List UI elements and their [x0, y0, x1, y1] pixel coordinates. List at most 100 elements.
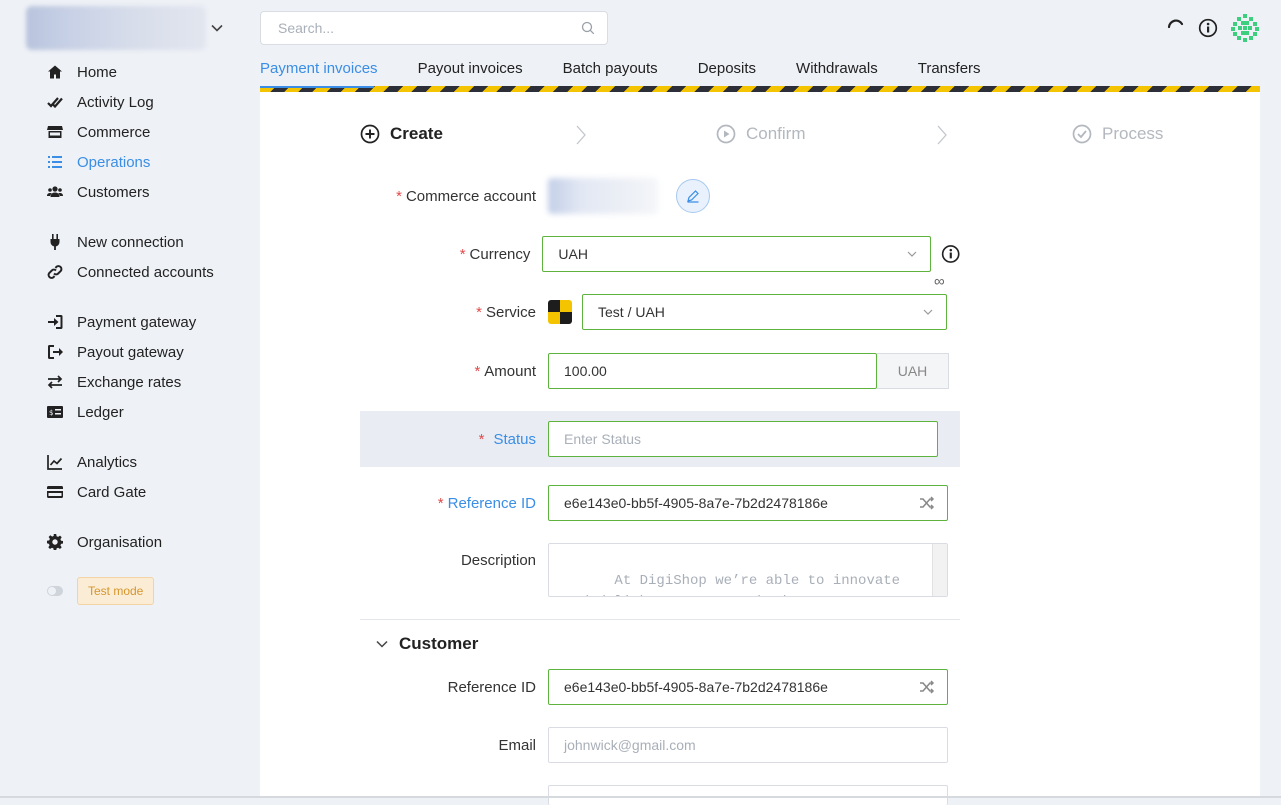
shuffle-icon[interactable]: [919, 679, 935, 695]
customer-reference-id-label: Reference ID: [447, 678, 536, 696]
store-icon: [44, 121, 66, 143]
description-label: Description: [460, 552, 536, 569]
amount-input[interactable]: 100.00: [548, 353, 877, 389]
test-mode-control: Test mode: [44, 577, 234, 605]
sidebar-item-operations[interactable]: Operations: [44, 147, 234, 177]
amount-row: * Amount 100.00 UAH: [360, 353, 960, 389]
sidebar: Home Activity Log Commerce Operations Cu…: [0, 0, 240, 798]
tab-withdrawals[interactable]: Withdrawals: [796, 56, 878, 86]
reference-id-value: e6e143e0-bb5f-4905-8a7e-7b2d2478186e: [564, 495, 828, 511]
customer-email-label: Email: [498, 736, 536, 754]
step-confirm: Confirm: [716, 124, 806, 144]
test-mode-badge[interactable]: Test mode: [77, 577, 155, 605]
sidebar-item-label: Customers: [77, 183, 150, 201]
shuffle-icon[interactable]: [919, 495, 935, 511]
customer-email-row: Email johnwick@gmail.com: [360, 727, 960, 763]
info-icon[interactable]: [1197, 17, 1219, 39]
check-double-icon: [44, 91, 66, 113]
sidebar-item-label: Organisation: [77, 533, 163, 551]
customer-email-input[interactable]: johnwick@gmail.com: [548, 727, 948, 763]
sidebar-item-organisation[interactable]: Organisation: [44, 527, 234, 557]
users-icon: [44, 181, 66, 203]
step-create: Create: [360, 124, 443, 144]
customer-reference-id-row: Reference ID e6e143e0-bb5f-4905-8a7e-7b2…: [360, 669, 960, 705]
tab-payment-invoices[interactable]: Payment invoices: [260, 56, 378, 86]
tab-transfers[interactable]: Transfers: [918, 56, 981, 86]
tab-payout-invoices[interactable]: Payout invoices: [418, 56, 523, 86]
play-circle-icon: [716, 124, 736, 144]
commerce-account-label: * Commerce account: [396, 187, 536, 205]
amount-currency-addon: UAH: [877, 353, 949, 389]
sidebar-item-customers[interactable]: Customers: [44, 177, 234, 207]
chevron-right-icon: [937, 125, 947, 145]
sidebar-item-connected-accounts[interactable]: Connected accounts: [44, 257, 234, 287]
sidebar-nav: Home Activity Log Commerce Operations Cu…: [44, 57, 234, 605]
sidebar-item-exchange-rates[interactable]: Exchange rates: [44, 367, 234, 397]
loading-spinner-icon: [1165, 17, 1187, 39]
service-row: * Service Test / UAH: [360, 294, 960, 330]
chevron-down-icon: [923, 309, 933, 315]
pencil-icon: [687, 190, 699, 203]
sidebar-item-label: Payout gateway: [77, 343, 184, 361]
sidebar-item-label: Payment gateway: [77, 313, 197, 331]
organisation-selector[interactable]: [26, 6, 226, 50]
customer-reference-id-input[interactable]: e6e143e0-bb5f-4905-8a7e-7b2d2478186e: [548, 669, 948, 705]
currency-info-icon[interactable]: [941, 244, 960, 264]
description-scrollbar[interactable]: [932, 544, 947, 596]
sidebar-item-payout-gateway[interactable]: Payout gateway: [44, 337, 234, 367]
sign-in-icon: [44, 311, 66, 333]
test-mode-toggle[interactable]: [47, 586, 63, 596]
tab-batch-payouts[interactable]: Batch payouts: [563, 56, 658, 86]
sidebar-item-new-connection[interactable]: New connection: [44, 227, 234, 257]
description-placeholder: At DigiShop we’re able to innovate and d…: [564, 573, 901, 596]
svg-text:$: $: [49, 409, 53, 417]
commerce-account-value-blurred: [548, 178, 658, 214]
commerce-account-row: * Commerce account: [360, 178, 960, 214]
customer-next-input[interactable]: [548, 785, 948, 805]
description-textarea[interactable]: At DigiShop we’re able to innovate and d…: [548, 543, 948, 597]
sidebar-item-home[interactable]: Home: [44, 57, 234, 87]
user-avatar-icon[interactable]: [1229, 12, 1261, 44]
plug-icon: [44, 231, 66, 253]
status-input-placeholder: Enter Status: [564, 431, 642, 447]
status-input[interactable]: Enter Status: [548, 421, 938, 457]
sidebar-item-label: Ledger: [77, 403, 124, 421]
edit-commerce-account-button[interactable]: [676, 179, 710, 213]
customer-reference-id-value: e6e143e0-bb5f-4905-8a7e-7b2d2478186e: [564, 679, 828, 695]
sidebar-item-label: Activity Log: [77, 93, 154, 111]
sidebar-item-card-gate[interactable]: Card Gate: [44, 477, 234, 507]
reference-id-row: * Reference ID e6e143e0-bb5f-4905-8a7e-7b…: [360, 485, 960, 521]
service-select[interactable]: Test / UAH: [582, 294, 947, 330]
service-logo: [548, 300, 572, 324]
currency-select[interactable]: UAH: [542, 236, 931, 272]
status-row: * Status Enter Status: [360, 421, 960, 457]
reference-id-input[interactable]: e6e143e0-bb5f-4905-8a7e-7b2d2478186e: [548, 485, 948, 521]
step-create-label: Create: [390, 124, 443, 143]
sidebar-item-label: Commerce: [77, 123, 151, 141]
currency-label: * Currency: [459, 245, 531, 263]
operations-tabs: Payment invoices Payout invoices Batch p…: [260, 56, 1021, 86]
chevron-down-icon: [376, 640, 388, 648]
service-label: * Service: [476, 303, 536, 321]
search-box: [260, 11, 608, 45]
tab-deposits[interactable]: Deposits: [698, 56, 756, 86]
sidebar-item-analytics[interactable]: Analytics: [44, 447, 234, 477]
chevron-right-icon: [576, 125, 586, 145]
list-icon: [44, 151, 66, 173]
description-row: Description At DigiShop we’re able to in…: [360, 543, 960, 597]
sidebar-item-payment-gateway[interactable]: Payment gateway: [44, 307, 234, 337]
search-icon[interactable]: [581, 21, 595, 35]
plus-circle-icon: [360, 124, 380, 144]
customer-section-header[interactable]: Customer: [375, 634, 478, 654]
sign-out-icon: [44, 341, 66, 363]
sidebar-item-ledger[interactable]: $ Ledger: [44, 397, 234, 427]
payment-invoice-form-card: Create Confirm Process * Commerce account…: [260, 92, 1260, 805]
sidebar-item-commerce[interactable]: Commerce: [44, 117, 234, 147]
search-input[interactable]: [276, 19, 581, 37]
chevron-down-icon: [211, 24, 223, 32]
reference-id-label: * Reference ID: [437, 494, 536, 512]
link-icon: [44, 261, 66, 283]
step-process: Process: [1072, 124, 1163, 144]
sidebar-item-activity-log[interactable]: Activity Log: [44, 87, 234, 117]
section-divider: [360, 619, 960, 620]
